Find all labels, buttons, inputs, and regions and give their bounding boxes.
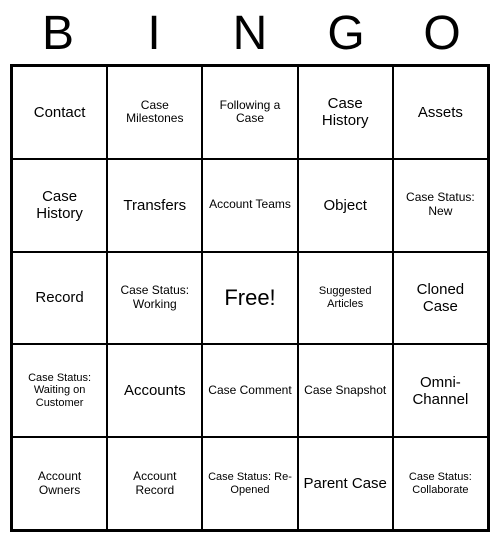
- bingo-cell[interactable]: Account Teams: [202, 159, 297, 252]
- bingo-grid: ContactCase MilestonesFollowing a CaseCa…: [10, 64, 490, 532]
- bingo-cell[interactable]: Record: [12, 252, 107, 345]
- bingo-cell[interactable]: Account Record: [107, 437, 202, 530]
- bingo-cell[interactable]: Contact: [12, 66, 107, 159]
- bingo-card: B I N G O ContactCase MilestonesFollowin…: [10, 10, 490, 532]
- bingo-cell[interactable]: Accounts: [107, 344, 202, 437]
- bingo-cell[interactable]: Assets: [393, 66, 488, 159]
- bingo-cell[interactable]: Omni-Channel: [393, 344, 488, 437]
- bingo-cell[interactable]: Case Status: Re-Opened: [202, 437, 297, 530]
- header-letter-b: B: [10, 10, 106, 58]
- bingo-cell[interactable]: Cloned Case: [393, 252, 488, 345]
- bingo-cell[interactable]: Case Milestones: [107, 66, 202, 159]
- bingo-cell[interactable]: Transfers: [107, 159, 202, 252]
- bingo-cell[interactable]: Following a Case: [202, 66, 297, 159]
- bingo-cell[interactable]: Case Status: Collaborate: [393, 437, 488, 530]
- bingo-cell[interactable]: Case Status: New: [393, 159, 488, 252]
- bingo-cell[interactable]: Account Owners: [12, 437, 107, 530]
- bingo-cell[interactable]: Case Snapshot: [298, 344, 393, 437]
- bingo-cell[interactable]: Object: [298, 159, 393, 252]
- header-letter-i: I: [106, 10, 202, 58]
- bingo-cell[interactable]: Case Status: Waiting on Customer: [12, 344, 107, 437]
- bingo-cell[interactable]: Case History: [12, 159, 107, 252]
- header-letter-n: N: [202, 10, 298, 58]
- bingo-cell[interactable]: Case History: [298, 66, 393, 159]
- bingo-header: B I N G O: [10, 10, 490, 58]
- bingo-cell[interactable]: Suggested Articles: [298, 252, 393, 345]
- header-letter-g: G: [298, 10, 394, 58]
- free-space[interactable]: Free!: [202, 252, 297, 345]
- header-letter-o: O: [394, 10, 490, 58]
- bingo-cell[interactable]: Parent Case: [298, 437, 393, 530]
- bingo-cell[interactable]: Case Comment: [202, 344, 297, 437]
- bingo-cell[interactable]: Case Status: Working: [107, 252, 202, 345]
